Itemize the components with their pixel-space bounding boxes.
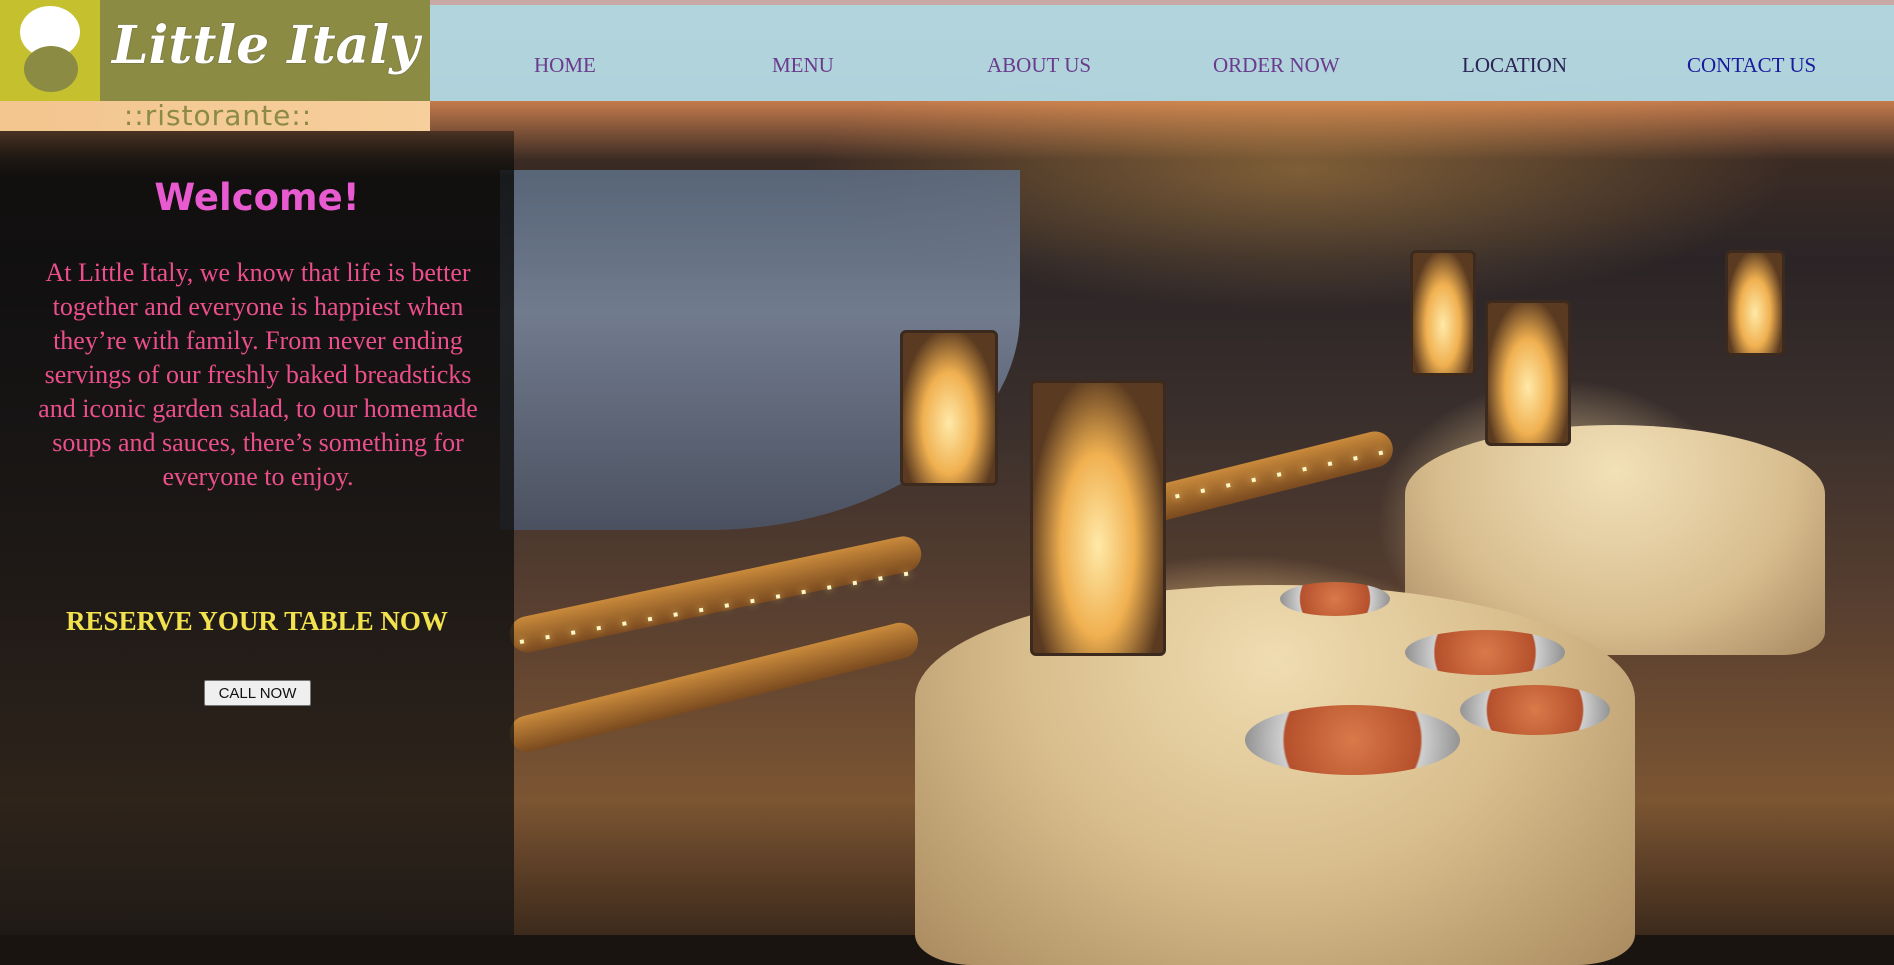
reserve-heading: RESERVE YOUR TABLE NOW <box>66 606 448 636</box>
dinner-plate <box>1280 582 1390 616</box>
dinner-plate <box>1460 685 1610 735</box>
lantern-icon <box>1410 250 1476 376</box>
restaurant-subtitle: ::ristorante:: <box>123 99 313 132</box>
logo[interactable]: Little Italy <box>0 0 430 101</box>
nav-home[interactable]: HOME <box>534 53 596 78</box>
dinner-plate <box>1245 705 1460 775</box>
call-now-button[interactable]: CALL NOW <box>204 680 311 706</box>
welcome-heading: Welcome! <box>154 176 360 219</box>
welcome-panel <box>0 131 514 935</box>
intro-paragraph: At Little Italy, we know that life is be… <box>38 258 478 491</box>
lantern-icon <box>1725 250 1785 356</box>
lantern-icon <box>1030 380 1166 656</box>
nav-about-us[interactable]: ABOUT US <box>987 53 1091 78</box>
nav-location[interactable]: LOCATION <box>1462 53 1567 78</box>
nav-order-now[interactable]: ORDER NOW <box>1213 53 1340 78</box>
logo-text: Little Italy <box>112 15 420 76</box>
lantern-icon <box>900 330 998 486</box>
chef-logo-icon <box>0 0 100 101</box>
dinner-plate <box>1405 630 1565 675</box>
nav-contact-us[interactable]: CONTACT US <box>1687 53 1816 78</box>
lantern-icon <box>1485 300 1571 446</box>
nav-menu[interactable]: MENU <box>772 53 834 78</box>
